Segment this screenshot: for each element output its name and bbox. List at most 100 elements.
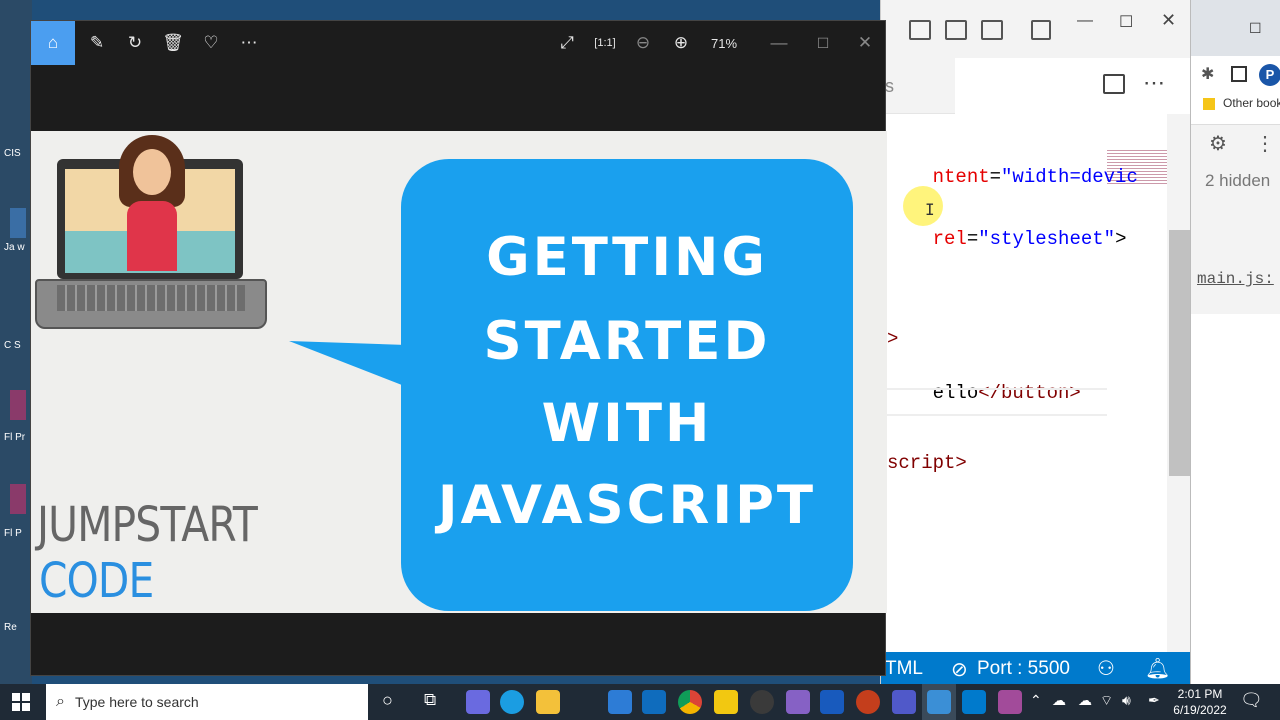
volume-icon[interactable]: 🔊︎ — [1122, 692, 1131, 709]
folder-icon — [1203, 98, 1215, 110]
task-view-icon[interactable]: ⧉ — [424, 690, 436, 710]
code-line[interactable]: rel="stylesheet"> — [887, 206, 1127, 272]
vscode-window: — ☐ ✕ s ⋯ ntent="width=devic rel="styles… — [880, 0, 1195, 684]
notifications-bell-icon[interactable]: 🔔︎ — [1145, 656, 1170, 681]
minimize-icon[interactable]: — — [1077, 12, 1093, 30]
source-link[interactable]: main.js: — [1197, 270, 1274, 288]
maximize-icon[interactable]: ☐ — [1249, 20, 1262, 37]
desktop-shortcut-icon[interactable] — [10, 484, 26, 514]
line-separator — [881, 388, 1107, 416]
clock-date: 6/19/2022 — [1173, 703, 1227, 717]
desktop-label: Fl Pr — [4, 432, 26, 443]
zoom-in-icon[interactable]: ⊕ — [663, 21, 699, 65]
vscode-titlebar: — ☐ ✕ — [881, 0, 1193, 58]
desktop-background: CIS Ja w C S Fl Pr Fl P Re — [0, 0, 32, 684]
vscode-icon[interactable] — [962, 690, 986, 714]
taskbar-app-icon[interactable] — [466, 690, 490, 714]
taskbar: ⌕ Type here to search ○ ⧉ ⌃ ☁ ☁ ⌔ 🔊︎ ✒ 2… — [0, 684, 1280, 720]
windows-start-icon[interactable] — [12, 693, 30, 711]
edit-image-icon[interactable]: ✎ — [79, 21, 115, 65]
status-bar: TML ⊘ Port : 5500 ⚇ 🔔︎ — [881, 652, 1193, 684]
fullscreen-icon[interactable]: ⤢ — [549, 21, 585, 65]
editor-tabbar: s ⋯ — [881, 58, 1195, 114]
code-line[interactable]: script> — [887, 452, 967, 474]
powerpoint-icon[interactable] — [856, 690, 880, 714]
clock[interactable]: 2:01 PM 6/19/2022 — [1170, 686, 1230, 718]
chrome-icon[interactable] — [678, 690, 702, 714]
code-line[interactable]: > — [887, 328, 898, 350]
favorite-heart-icon[interactable]: ♡ — [193, 21, 229, 65]
notification-center-icon[interactable]: 🗨︎ — [1240, 690, 1263, 711]
extensions-icon[interactable]: ✱ — [1201, 64, 1214, 84]
character-body — [127, 201, 177, 271]
search-icon: ⌕ — [56, 693, 65, 710]
teams-icon[interactable] — [892, 690, 916, 714]
brand-jumpstart: JUMPSTART — [37, 497, 258, 553]
live-server-port[interactable]: Port : 5500 — [977, 658, 1070, 680]
show-hidden-icons-icon[interactable]: ⌃ — [1030, 692, 1042, 709]
customize-layout-icon[interactable] — [1031, 20, 1051, 40]
minimize-icon[interactable]: — — [761, 21, 797, 65]
speech-bubble: GETTING STARTED WITH JAVASCRIPT — [401, 159, 853, 611]
bookmark-other[interactable]: Other book — [1223, 96, 1280, 110]
tab-fragment[interactable]: s — [885, 76, 894, 97]
desktop-label: CIS — [4, 148, 21, 159]
hidden-count[interactable]: 2 hidden — [1205, 171, 1270, 191]
rotate-icon[interactable]: ↻ — [117, 21, 153, 65]
wifi-icon[interactable]: ⌔ — [1100, 692, 1113, 710]
toggle-sidebar-icon[interactable] — [909, 20, 931, 40]
keyboard-keys — [57, 285, 245, 311]
feedback-icon[interactable]: ⚇ — [1097, 656, 1115, 681]
profile-avatar[interactable]: P — [1259, 64, 1280, 86]
file-explorer-icon[interactable] — [536, 690, 560, 714]
actual-size-icon[interactable]: [1:1] — [587, 21, 623, 65]
desktop-shortcut-icon[interactable] — [10, 208, 26, 238]
maximize-icon[interactable]: ☐ — [805, 21, 841, 65]
tab-icon[interactable] — [1231, 66, 1247, 82]
taskbar-search-box[interactable]: ⌕ Type here to search — [46, 684, 368, 720]
edge-icon[interactable] — [500, 690, 524, 714]
taskbar-app-icon[interactable] — [998, 690, 1022, 714]
zoom-out-icon[interactable]: ⊖ — [625, 21, 661, 65]
toggle-secondary-sidebar-icon[interactable] — [981, 20, 1003, 40]
speech-tail — [289, 341, 407, 387]
text-cursor-icon: I — [925, 200, 935, 219]
delete-icon[interactable]: 🗑︎ — [155, 21, 191, 65]
desktop-label: Fl P — [4, 528, 22, 539]
language-mode[interactable]: TML — [885, 658, 923, 680]
close-icon[interactable]: ✕ — [1161, 10, 1176, 31]
slack-icon[interactable] — [750, 690, 774, 714]
scrollbar-thumb[interactable] — [1169, 230, 1191, 476]
character-hair — [119, 135, 185, 207]
photos-toolbar: ⌂ ✎ ↻ 🗑︎ ♡ ⋯ ⤢ [1:1] ⊖ ⊕ 71% — ☐ ✕ — [31, 21, 887, 65]
character-face — [133, 149, 171, 195]
desktop-label: Re — [4, 622, 17, 633]
mail-icon[interactable] — [608, 690, 632, 714]
more-options-icon[interactable]: ⋯ — [231, 21, 267, 65]
more-actions-icon[interactable]: ⋯ — [1143, 70, 1165, 96]
browser-window: ☐ ✱ P Other book ⚙ ⋮ 2 hidden main.js: — [1190, 0, 1280, 684]
split-editor-icon[interactable] — [1103, 74, 1125, 94]
desktop-shortcut-icon[interactable] — [10, 390, 26, 420]
laptop-keyboard — [35, 279, 267, 329]
photos-icon — [927, 690, 951, 714]
zoom-level[interactable]: 71% — [703, 21, 745, 65]
cloud-icon[interactable]: ☁ — [1052, 692, 1066, 709]
home-icon[interactable]: ⌂ — [31, 21, 75, 65]
settings-gear-icon[interactable]: ⚙ — [1209, 131, 1227, 156]
toggle-panel-icon[interactable] — [945, 20, 967, 40]
more-vert-icon[interactable]: ⋮ — [1255, 131, 1275, 156]
cortana-icon[interactable]: ○ — [382, 690, 393, 711]
onedrive-icon[interactable]: ☁ — [1078, 692, 1092, 709]
photos-taskbar-active[interactable] — [922, 684, 956, 720]
pen-icon[interactable]: ✒ — [1148, 692, 1160, 709]
search-placeholder: Type here to search — [74, 694, 199, 710]
port-icon[interactable]: ⊘ — [951, 657, 968, 682]
brand-code: CODE — [39, 553, 154, 609]
maximize-icon[interactable]: ☐ — [1119, 12, 1133, 32]
outlook-icon[interactable] — [642, 690, 666, 714]
visual-studio-icon[interactable] — [786, 690, 810, 714]
word-icon[interactable] — [820, 690, 844, 714]
sticky-notes-icon[interactable] — [714, 690, 738, 714]
close-icon[interactable]: ✕ — [847, 21, 883, 65]
